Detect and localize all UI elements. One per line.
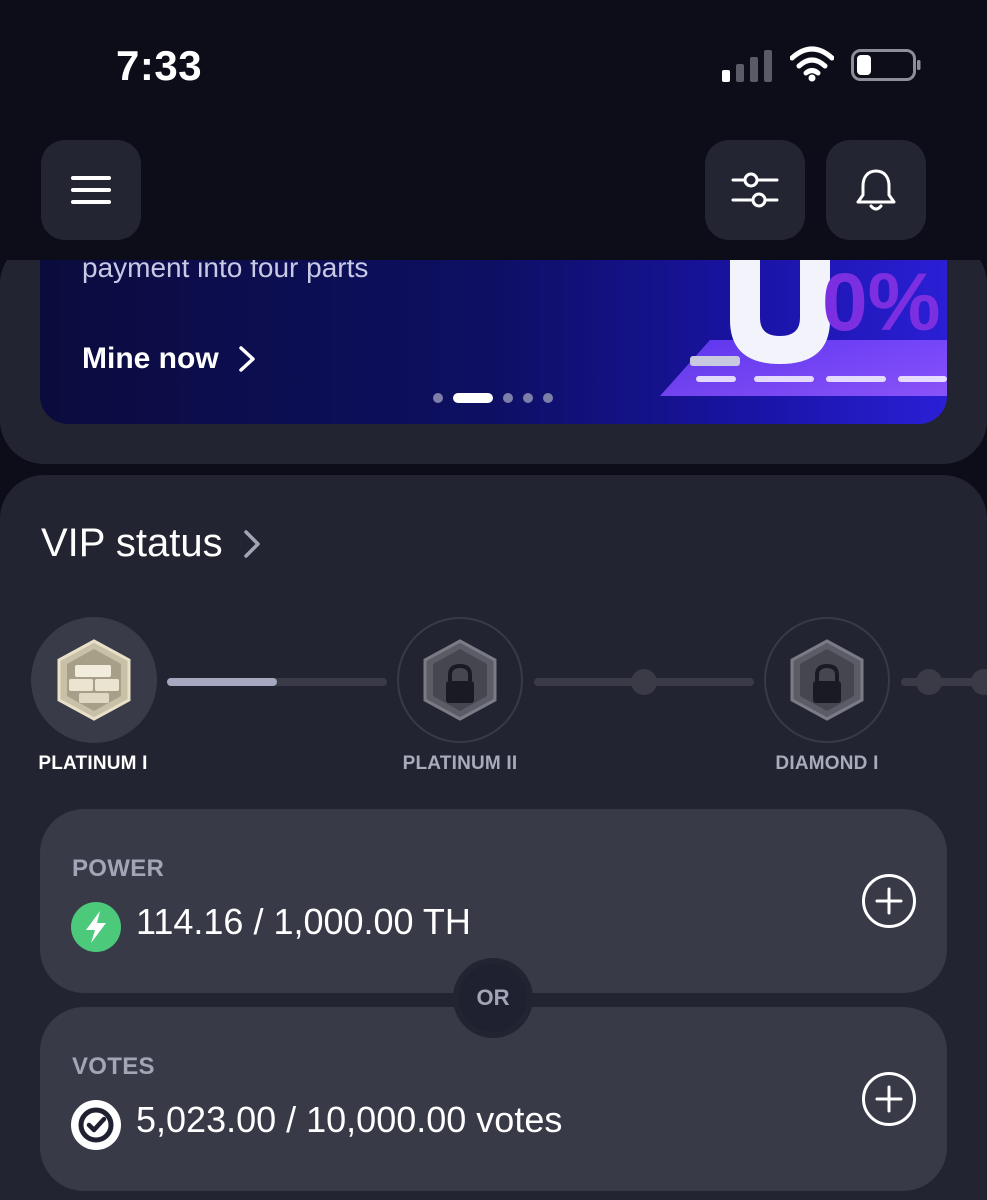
promo-banner[interactable]: payment into four parts Mine now 0% <box>40 260 947 424</box>
wifi-icon <box>790 46 834 82</box>
carousel-dot[interactable] <box>503 393 513 403</box>
votes-label: VOTES <box>72 1053 155 1080</box>
status-time: 7:33 <box>116 42 203 89</box>
chevron-right-icon <box>243 529 260 558</box>
carousel-dot[interactable] <box>523 393 533 403</box>
carousel-dot-active[interactable] <box>453 393 493 403</box>
promo-percent-text: 0% <box>822 260 941 348</box>
battery-icon <box>851 49 921 81</box>
hamburger-menu-icon <box>71 176 111 204</box>
votes-icon <box>71 1100 121 1150</box>
platinum-bars-icon <box>57 639 131 721</box>
cellular-signal-icon <box>722 50 772 82</box>
or-separator: OR <box>453 958 533 1038</box>
tier-platinum-ii-badge[interactable] <box>397 617 523 743</box>
votes-value: 5,023.00 / 10,000.00 votes <box>136 1099 563 1140</box>
tier-progress-node <box>631 669 657 695</box>
tier-diamond-i-badge[interactable] <box>764 617 890 743</box>
tier-label: PLATINUM II <box>402 753 518 774</box>
vip-status-title: VIP status <box>41 521 223 565</box>
carousel-dots[interactable] <box>433 393 553 403</box>
tier-progress-node <box>971 669 987 695</box>
locked-tier-icon <box>423 639 497 721</box>
zero-percent-illustration: 0% <box>660 260 947 396</box>
add-power-button[interactable] <box>861 873 917 929</box>
banner-text: payment into four parts <box>82 260 369 283</box>
carousel-dot[interactable] <box>433 393 443 403</box>
mine-now-link[interactable]: Mine now <box>82 342 257 376</box>
bell-icon <box>856 169 896 211</box>
notifications-button[interactable] <box>826 140 926 240</box>
status-bar: 7:33 <box>0 0 987 130</box>
banner-card: payment into four parts Mine now 0% <box>0 240 987 464</box>
chevron-right-icon <box>238 346 255 372</box>
tier-label: PLATINUM I <box>38 753 148 774</box>
vip-status-link[interactable]: VIP status <box>41 521 261 566</box>
carousel-dot[interactable] <box>543 393 553 403</box>
tier-label: DIAMOND I <box>775 753 879 774</box>
top-nav <box>0 130 987 260</box>
menu-button[interactable] <box>41 140 141 240</box>
lightning-icon <box>71 902 121 952</box>
mine-now-label: Mine now <box>82 342 219 375</box>
locked-tier-icon <box>790 639 864 721</box>
filter-settings-button[interactable] <box>705 140 805 240</box>
power-label: POWER <box>72 855 165 882</box>
sliders-icon <box>731 172 779 208</box>
tier-progress-fill <box>167 678 277 686</box>
tier-progress-node <box>916 669 942 695</box>
tier-platinum-i-badge[interactable] <box>31 617 157 743</box>
power-value: 114.16 / 1,000.00 TH <box>136 901 471 942</box>
add-votes-button[interactable] <box>861 1071 917 1127</box>
